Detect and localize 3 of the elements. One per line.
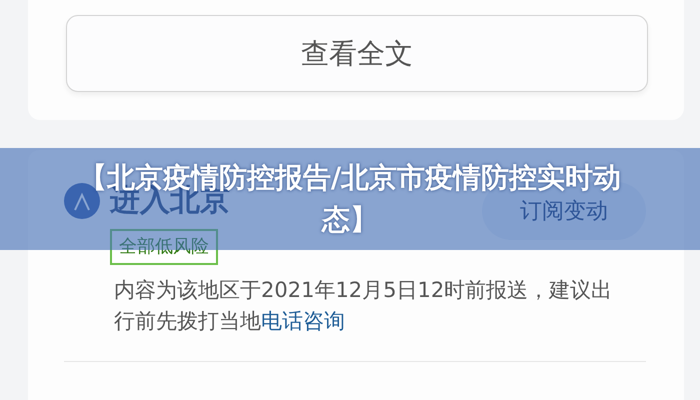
phone-inquiry-link[interactable]: 电话咨询 <box>261 309 345 333</box>
view-full-text-button[interactable]: 查看全文 <box>66 15 648 92</box>
notice-text: 内容为该地区于2021年12月5日12时前报送，建议出行前先拨打当地电话咨询 <box>114 277 614 335</box>
